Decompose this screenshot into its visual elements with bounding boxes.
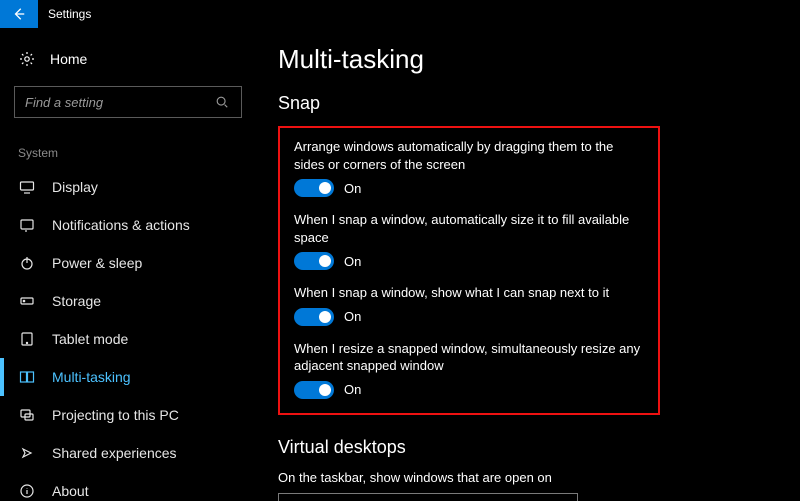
setting-label: When I snap a window, show what I can sn… bbox=[294, 284, 644, 302]
setting-snap-assist: When I snap a window, show what I can sn… bbox=[294, 284, 644, 326]
sidebar-item-about[interactable]: About bbox=[0, 472, 260, 501]
vd-taskbar-label: On the taskbar, show windows that are op… bbox=[278, 470, 772, 485]
titlebar: Settings bbox=[0, 0, 800, 28]
search-icon bbox=[213, 93, 231, 111]
toggle-state: On bbox=[344, 254, 361, 269]
sidebar-item-label: Power & sleep bbox=[52, 255, 142, 271]
setting-label: When I snap a window, automatically size… bbox=[294, 211, 644, 246]
multitasking-icon bbox=[18, 368, 36, 386]
search-field[interactable] bbox=[25, 95, 213, 110]
sidebar-item-label: Projecting to this PC bbox=[52, 407, 179, 423]
page-title: Multi-tasking bbox=[278, 44, 772, 75]
sidebar-item-multitasking[interactable]: Multi-tasking bbox=[0, 358, 260, 396]
toggle-snap-arrange[interactable] bbox=[294, 179, 334, 197]
sidebar-item-label: Storage bbox=[52, 293, 101, 309]
home-label: Home bbox=[50, 51, 87, 67]
sidebar-section-label: System bbox=[0, 124, 260, 168]
arrow-left-icon bbox=[10, 5, 28, 23]
snap-settings-highlight: Arrange windows automatically by draggin… bbox=[278, 126, 660, 415]
sidebar-item-label: Multi-tasking bbox=[52, 369, 131, 385]
toggle-knob bbox=[319, 255, 331, 267]
sidebar-item-notifications[interactable]: Notifications & actions bbox=[0, 206, 260, 244]
projecting-icon bbox=[18, 406, 36, 424]
toggle-state: On bbox=[344, 181, 361, 196]
sidebar-item-tablet[interactable]: Tablet mode bbox=[0, 320, 260, 358]
vd-taskbar-select[interactable]: Only the desktop I'm using bbox=[278, 493, 578, 501]
tablet-icon bbox=[18, 330, 36, 348]
window-title: Settings bbox=[48, 7, 91, 21]
toggle-knob bbox=[319, 311, 331, 323]
sidebar: Home System Display bbox=[0, 28, 260, 501]
setting-label: Arrange windows automatically by draggin… bbox=[294, 138, 644, 173]
toggle-snap-autosize[interactable] bbox=[294, 252, 334, 270]
snap-heading: Snap bbox=[278, 93, 772, 114]
sidebar-item-label: Notifications & actions bbox=[52, 217, 190, 233]
sidebar-item-label: Display bbox=[52, 179, 98, 195]
toggle-snap-resize[interactable] bbox=[294, 381, 334, 399]
sidebar-item-display[interactable]: Display bbox=[0, 168, 260, 206]
toggle-state: On bbox=[344, 382, 361, 397]
sidebar-nav: Display Notifications & actions Power & … bbox=[0, 168, 260, 501]
toggle-state: On bbox=[344, 309, 361, 324]
notifications-icon bbox=[18, 216, 36, 234]
content-pane: Multi-tasking Snap Arrange windows autom… bbox=[260, 28, 800, 501]
gear-icon bbox=[18, 50, 36, 68]
sidebar-item-label: About bbox=[52, 483, 89, 499]
home-button[interactable]: Home bbox=[0, 42, 260, 76]
setting-snap-autosize: When I snap a window, automatically size… bbox=[294, 211, 644, 270]
shared-icon bbox=[18, 444, 36, 462]
sidebar-item-label: Shared experiences bbox=[52, 445, 177, 461]
setting-snap-arrange: Arrange windows automatically by draggin… bbox=[294, 138, 644, 197]
sidebar-item-label: Tablet mode bbox=[52, 331, 128, 347]
info-icon bbox=[18, 482, 36, 500]
toggle-knob bbox=[319, 182, 331, 194]
setting-label: When I resize a snapped window, simultan… bbox=[294, 340, 644, 375]
sidebar-item-projecting[interactable]: Projecting to this PC bbox=[0, 396, 260, 434]
toggle-knob bbox=[319, 384, 331, 396]
storage-icon bbox=[18, 292, 36, 310]
sidebar-item-shared[interactable]: Shared experiences bbox=[0, 434, 260, 472]
display-icon bbox=[18, 178, 36, 196]
setting-snap-resize: When I resize a snapped window, simultan… bbox=[294, 340, 644, 399]
power-icon bbox=[18, 254, 36, 272]
back-button[interactable] bbox=[0, 0, 38, 28]
toggle-snap-assist[interactable] bbox=[294, 308, 334, 326]
virtual-desktops-heading: Virtual desktops bbox=[278, 437, 772, 458]
search-input[interactable] bbox=[14, 86, 242, 118]
sidebar-item-power[interactable]: Power & sleep bbox=[0, 244, 260, 282]
sidebar-item-storage[interactable]: Storage bbox=[0, 282, 260, 320]
